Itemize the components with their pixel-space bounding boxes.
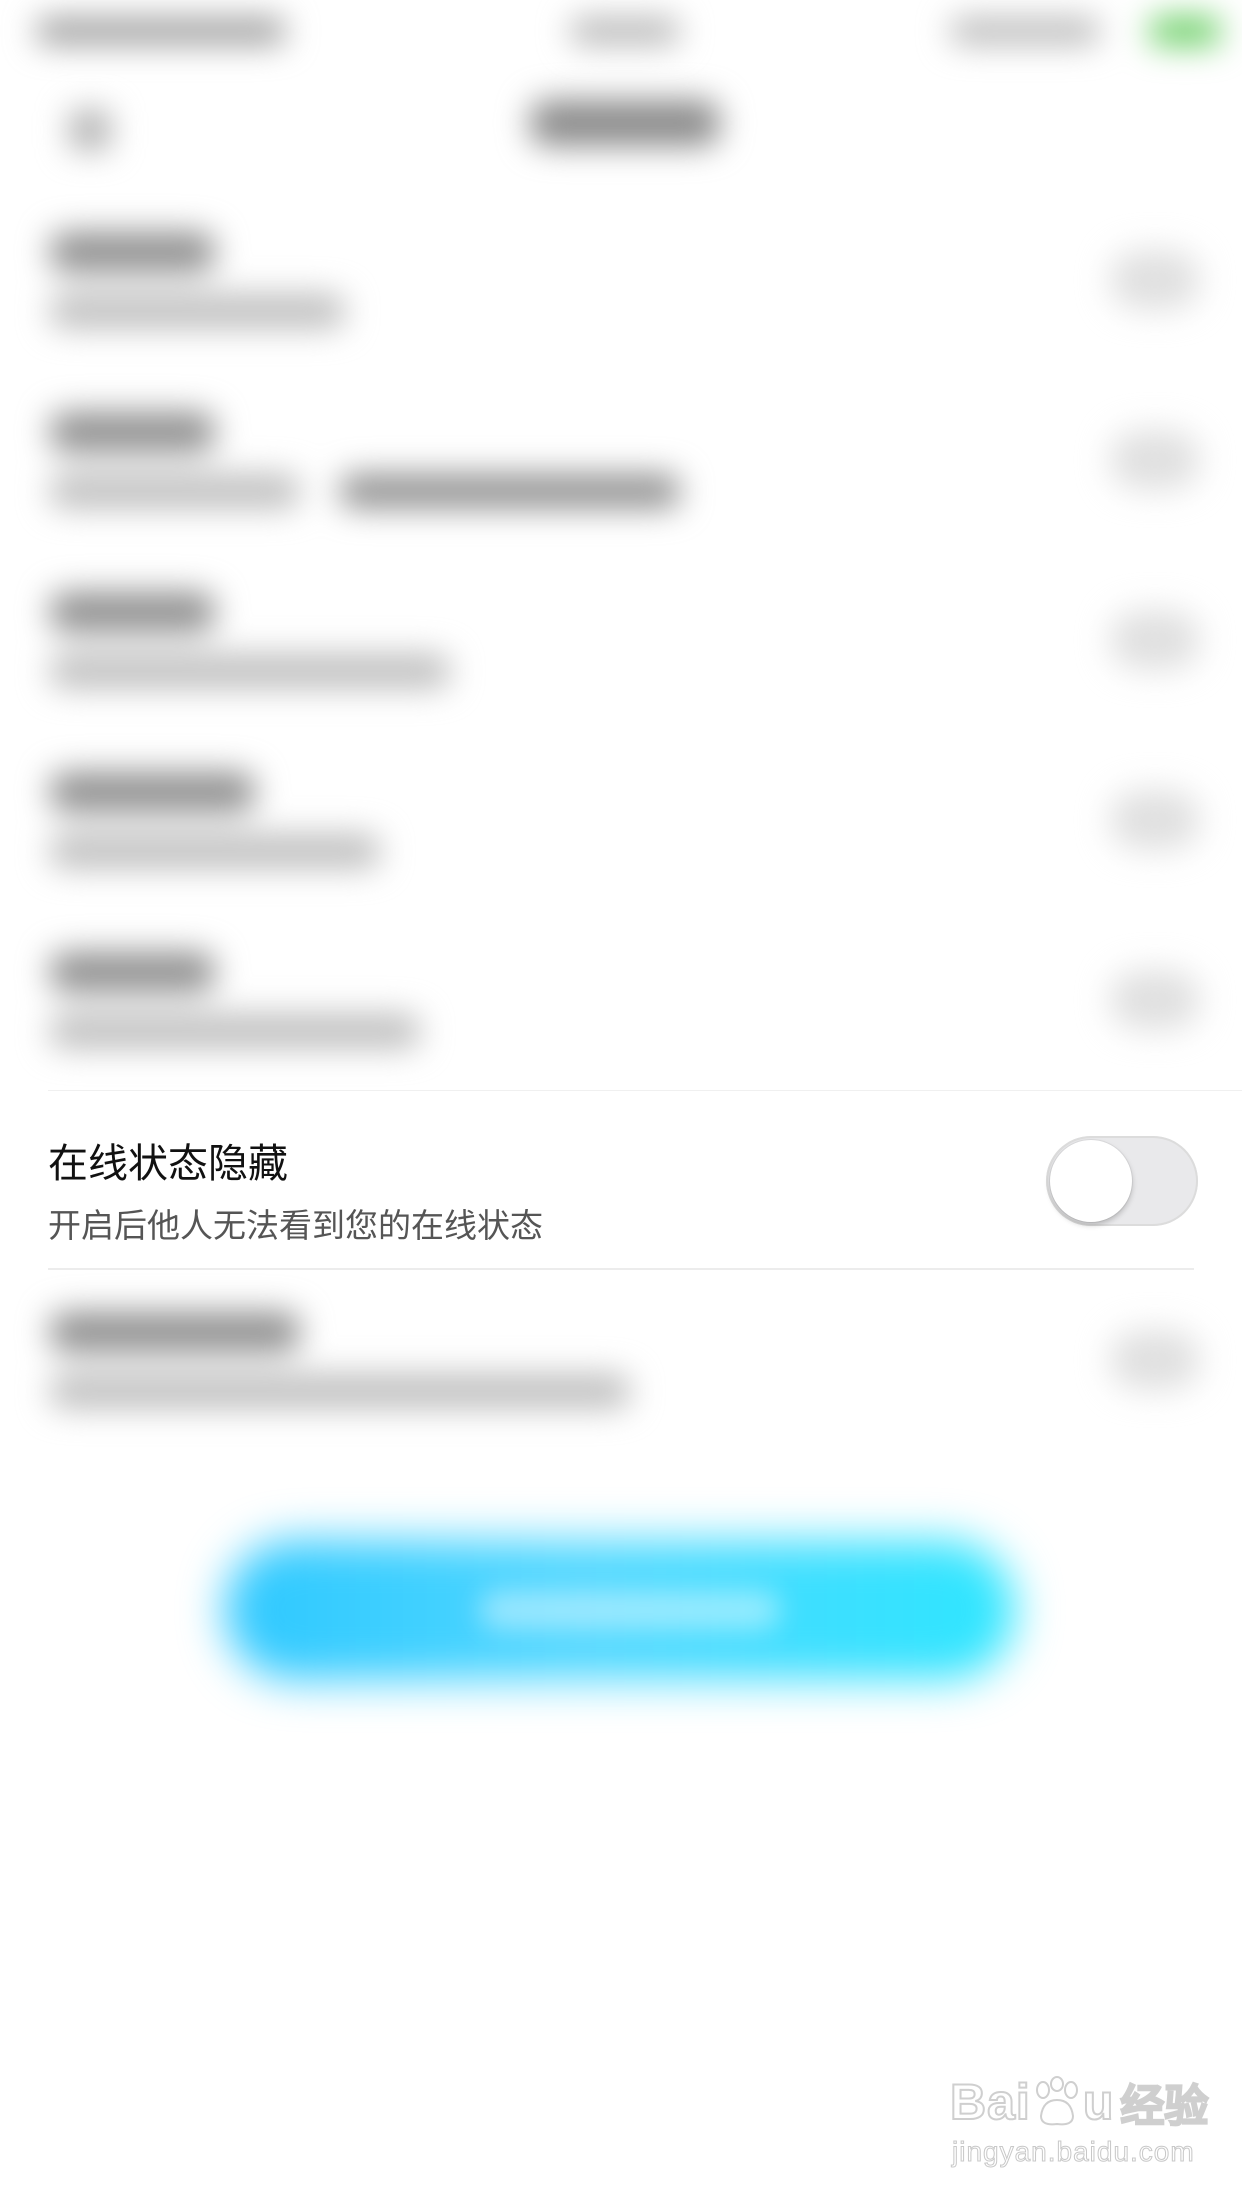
- status-bar-indicators: [950, 18, 1100, 44]
- blurred-row-title: [50, 952, 215, 992]
- row-divider: [48, 1090, 1242, 1091]
- blurred-setting-row[interactable]: [0, 190, 1242, 370]
- blurred-row-subtitle: [50, 834, 380, 868]
- status-bar-carrier: [36, 18, 286, 44]
- toggle-knob: [1050, 1140, 1132, 1222]
- watermark-logo-left: Bai: [949, 2073, 1031, 2131]
- blurred-row-title: [50, 232, 215, 272]
- watermark-logo-right: u: [1082, 2073, 1115, 2131]
- status-bar-time: [570, 18, 680, 44]
- blurred-setting-row[interactable]: [0, 550, 1242, 730]
- blurred-row-title: [50, 1312, 300, 1352]
- watermark-logo: Bai u 经验: [949, 2070, 1209, 2134]
- baidu-jingyan-watermark: Bai u 经验 jingyan.baidu.com: [949, 2070, 1210, 2180]
- setting-description: 开启后他人无法看到您的在线状态: [48, 1206, 543, 1245]
- watermark-logo-cn: 经验: [1119, 2080, 1209, 2133]
- row-divider: [48, 1268, 1194, 1270]
- watermark-url: jingyan.baidu.com: [952, 2136, 1195, 2168]
- blurred-setting-row[interactable]: [0, 370, 1242, 550]
- blurred-row-subtitle: [50, 1374, 630, 1408]
- page-title: [530, 100, 720, 146]
- back-arrow-icon[interactable]: [70, 110, 110, 150]
- blurred-toggle[interactable]: [1110, 970, 1200, 1030]
- blurred-row-subtitle: [50, 654, 450, 688]
- blurred-row-subtitle: [50, 1014, 420, 1048]
- blurred-row-subtitle: [50, 294, 345, 328]
- primary-action-button-label: [480, 1590, 780, 1630]
- setting-row-online-status-hidden[interactable]: 在线状态隐藏 开启后他人无法看到您的在线状态: [0, 1090, 1242, 1270]
- online-status-hidden-toggle[interactable]: [1046, 1136, 1198, 1226]
- blurred-setting-row[interactable]: [0, 1270, 1242, 1450]
- blurred-row-title: [50, 772, 255, 812]
- blurred-toggle[interactable]: [1110, 430, 1200, 490]
- blurred-row-subtitle-highlight: [340, 474, 680, 508]
- blurred-toggle[interactable]: [1110, 250, 1200, 310]
- blurred-toggle[interactable]: [1110, 610, 1200, 670]
- paw-icon: [1035, 2076, 1078, 2126]
- blurred-setting-row[interactable]: [0, 730, 1242, 910]
- setting-title: 在线状态隐藏: [48, 1141, 288, 1187]
- navigation-bar: [0, 60, 1242, 190]
- blurred-toggle[interactable]: [1110, 1330, 1200, 1390]
- blurred-row-title: [50, 412, 215, 452]
- battery-icon: [1150, 16, 1220, 46]
- status-bar: [0, 0, 1242, 60]
- blurred-row-subtitle: [50, 474, 300, 508]
- blurred-toggle[interactable]: [1110, 790, 1200, 850]
- blurred-row-title: [50, 592, 215, 632]
- blurred-setting-row[interactable]: [0, 910, 1242, 1090]
